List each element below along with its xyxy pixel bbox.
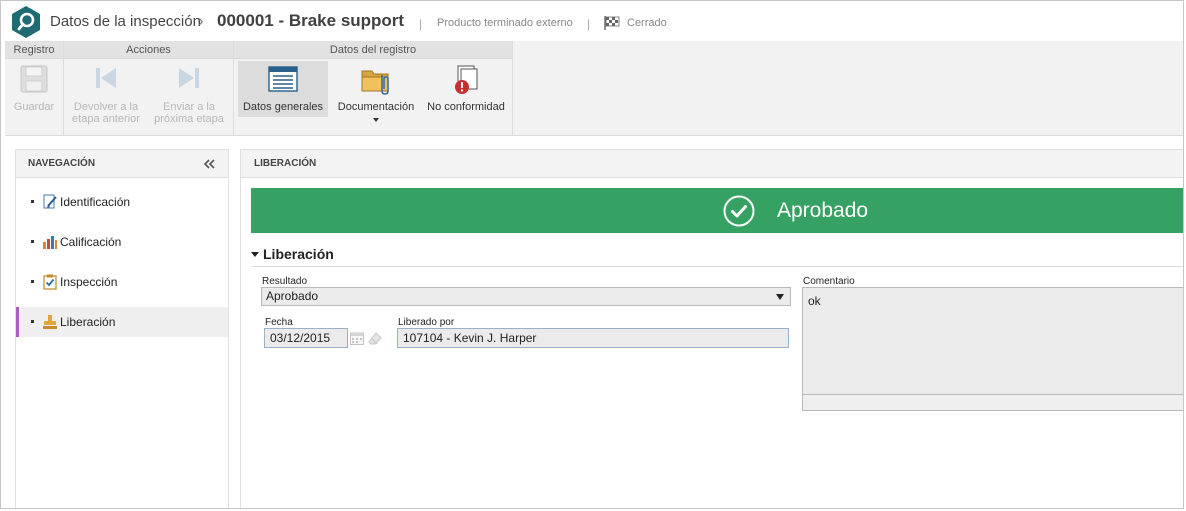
result-label: Resultado bbox=[262, 276, 308, 287]
ribbon-group-acciones: Acciones Devolver a la etapa anterior En… bbox=[64, 41, 234, 136]
status-banner: Aprobado bbox=[251, 188, 1183, 233]
return-button-label-1: Devolver a la bbox=[73, 101, 139, 113]
ribbon-group-label: Datos del registro bbox=[234, 41, 512, 59]
ribbon-group-label: Registro bbox=[5, 41, 63, 59]
bullet bbox=[31, 280, 34, 283]
bullet bbox=[31, 320, 34, 323]
dropdown-arrow-icon[interactable] bbox=[373, 118, 379, 122]
documentation-button[interactable]: Documentación bbox=[334, 61, 418, 122]
nav-item-label: Calificación bbox=[60, 235, 122, 249]
folder-attachment-icon bbox=[361, 70, 389, 95]
nav-item-identificacion[interactable]: Identificación bbox=[16, 187, 228, 217]
document-error-icon bbox=[455, 65, 478, 94]
divider: | bbox=[587, 17, 591, 31]
calendar-icon[interactable] bbox=[350, 332, 364, 345]
nav-item-liberacion[interactable]: Liberación bbox=[16, 307, 228, 337]
released-by-label: Liberado por bbox=[398, 317, 455, 328]
save-button[interactable]: Guardar bbox=[5, 61, 63, 117]
date-label: Fecha bbox=[265, 317, 293, 328]
navigation-panel: NAVEGACIÓN Identificación Calificación I… bbox=[15, 149, 229, 508]
title-bar: Datos de la inspección › 000001 - Brake … bbox=[1, 1, 1183, 41]
nav-item-calificacion[interactable]: Calificación bbox=[16, 227, 228, 257]
ribbon-toolbar: Registro Guardar Acciones Devolver a la bbox=[5, 41, 1183, 136]
result-select[interactable]: Aprobado bbox=[261, 287, 791, 306]
section-divider bbox=[251, 266, 1183, 267]
record-category: Producto terminado externo bbox=[437, 17, 573, 29]
form-window-icon bbox=[268, 66, 298, 92]
bar-chart-icon bbox=[43, 236, 57, 249]
record-status: Cerrado bbox=[627, 17, 667, 29]
eraser-icon[interactable] bbox=[368, 332, 382, 345]
released-by-input[interactable]: 107104 - Kevin J. Harper bbox=[397, 328, 789, 348]
nonconformity-button[interactable]: No conformidad bbox=[424, 61, 508, 117]
send-button-label-2: próxima etapa bbox=[154, 113, 224, 125]
nav-item-label: Inspección bbox=[60, 275, 118, 289]
nav-item-label: Identificación bbox=[60, 195, 131, 209]
checkered-flag-icon bbox=[604, 16, 620, 30]
breadcrumb-app-title[interactable]: Datos de la inspección bbox=[50, 13, 201, 30]
date-input[interactable]: 03/12/2015 bbox=[264, 328, 348, 348]
check-circle-icon bbox=[723, 195, 755, 227]
app-logo-icon bbox=[12, 6, 40, 38]
chevron-right-icon: › bbox=[198, 11, 204, 30]
send-next-stage-button[interactable]: Enviar a la próxima etapa bbox=[150, 61, 228, 125]
release-panel: LIBERACIÓN Aprobado Liberación Resultado… bbox=[240, 149, 1183, 508]
comment-text: ok bbox=[808, 294, 821, 308]
result-select-value: Aprobado bbox=[266, 289, 319, 303]
bullet bbox=[31, 240, 34, 243]
general-data-button[interactable]: Datos generales bbox=[238, 61, 328, 117]
comment-textarea[interactable]: ok bbox=[802, 287, 1183, 411]
double-chevron-left-icon[interactable] bbox=[204, 159, 216, 169]
general-data-label: Datos generales bbox=[242, 101, 324, 113]
nav-item-inspeccion[interactable]: Inspección bbox=[16, 267, 228, 297]
ribbon-group-registro: Registro Guardar bbox=[5, 41, 64, 136]
status-banner-text: Aprobado bbox=[777, 199, 869, 222]
textarea-footer bbox=[803, 394, 1183, 410]
skip-forward-icon bbox=[179, 68, 199, 88]
floppy-disk-icon bbox=[20, 65, 48, 93]
release-panel-header: LIBERACIÓN bbox=[241, 150, 1183, 178]
comment-label: Comentario bbox=[803, 276, 855, 287]
checklist-icon bbox=[43, 274, 57, 290]
inspection-window: Datos de la inspección › 000001 - Brake … bbox=[0, 0, 1184, 509]
navigation-header: NAVEGACIÓN bbox=[28, 158, 96, 169]
section-title-text: Liberación bbox=[263, 246, 334, 262]
skip-back-icon bbox=[96, 68, 116, 88]
send-button-label-1: Enviar a la bbox=[163, 101, 215, 113]
stamp-icon bbox=[43, 315, 57, 329]
ribbon-group-label: Acciones bbox=[64, 41, 233, 59]
edit-doc-icon bbox=[43, 194, 57, 209]
section-title[interactable]: Liberación bbox=[251, 246, 334, 262]
documentation-label: Documentación bbox=[337, 101, 415, 113]
dropdown-arrow-icon bbox=[776, 294, 784, 300]
return-previous-stage-button[interactable]: Devolver a la etapa anterior bbox=[70, 61, 142, 125]
nav-item-label: Liberación bbox=[60, 315, 116, 329]
save-button-label: Guardar bbox=[13, 101, 55, 113]
page-title: 000001 - Brake support bbox=[217, 11, 405, 30]
return-button-label-2: etapa anterior bbox=[72, 113, 140, 125]
ribbon-group-datos-registro: Datos del registro Datos generales Docum… bbox=[234, 41, 513, 136]
nonconformity-label: No conformidad bbox=[427, 101, 505, 113]
divider: | bbox=[419, 17, 423, 31]
bullet bbox=[31, 200, 34, 203]
